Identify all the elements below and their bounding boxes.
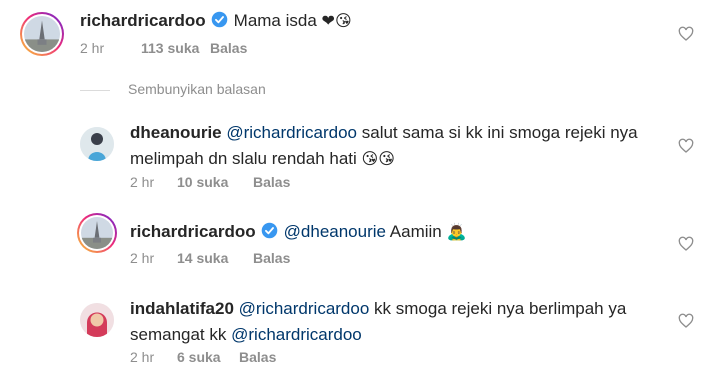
comment-body: semangat kk (130, 325, 227, 344)
comment-time: 2 hr (130, 174, 155, 190)
comment-text-continued: semangat kk @richardricardoo (130, 322, 362, 348)
heart-outline-icon[interactable] (678, 26, 694, 42)
avatar[interactable] (80, 303, 114, 337)
comment-body: Mama isda (233, 11, 317, 30)
heart-outline-icon[interactable] (678, 236, 694, 252)
comment-text-continued: melimpah dn slalu rendah hati 😘😘 (130, 146, 395, 172)
comment-meta: 2 hr 14 suka Balas (130, 250, 430, 270)
heart-outline-icon[interactable] (678, 138, 694, 154)
comment-time: 2 hr (130, 250, 155, 266)
comment-username[interactable]: richardricardoo (130, 222, 256, 241)
reply-button[interactable]: Balas (253, 250, 290, 266)
hide-replies-label[interactable]: Sembunyikan balasan (128, 81, 266, 97)
comment-meta: 2 hr 6 suka Balas (130, 349, 430, 369)
comment-likes[interactable]: 14 suka (177, 250, 228, 266)
emoji-text: 😘😘 (361, 149, 395, 168)
reply-button[interactable]: Balas (253, 174, 290, 190)
comment-username[interactable]: dheanourie (130, 123, 222, 142)
mention-link[interactable]: @richardricardoo (239, 299, 370, 318)
mention-link[interactable]: @dheanourie (284, 222, 386, 241)
comment-likes[interactable]: 6 suka (177, 349, 221, 365)
comment-time: 2 hr (130, 349, 155, 365)
reply-button[interactable]: Balas (210, 40, 247, 56)
comment-time: 2 hr (80, 40, 105, 56)
comment-body: kk smoga rejeki nya berlimpah ya (374, 299, 627, 318)
comment-meta: 2 hr 113 suka Balas (80, 40, 380, 60)
comment-likes[interactable]: 113 suka (141, 40, 199, 56)
comment-text: indahlatifa20 @richardricardoo kk smoga … (130, 296, 626, 322)
divider-line (80, 90, 110, 91)
comment-body: salut sama si kk ini smoga rejeki nya (361, 123, 638, 142)
emoji-text: ❤😘 (321, 11, 352, 30)
comment-username[interactable]: richardricardoo (80, 11, 206, 30)
verified-badge-icon (261, 222, 277, 239)
verified-badge-icon (211, 11, 227, 28)
reply-button[interactable]: Balas (239, 349, 276, 365)
heart-outline-icon[interactable] (678, 313, 694, 329)
comment-meta: 2 hr 10 suka Balas (130, 174, 430, 194)
avatar[interactable] (77, 213, 117, 253)
comment-text: richardricardoo @dheanourie Aamiin 🙇‍♂️ (130, 219, 466, 245)
mention-link[interactable]: @richardricardoo (226, 123, 357, 142)
mention-link[interactable]: @richardricardoo (231, 325, 362, 344)
comment-text: dheanourie @richardricardoo salut sama s… (130, 120, 638, 146)
avatar[interactable] (80, 127, 114, 161)
emoji-text: 🙇‍♂️ (446, 222, 467, 241)
comment-likes[interactable]: 10 suka (177, 174, 228, 190)
comment-username[interactable]: indahlatifa20 (130, 299, 234, 318)
comment-text: richardricardoo Mama isda ❤😘 (80, 8, 352, 34)
comment-body: melimpah dn slalu rendah hati (130, 149, 357, 168)
comment-body: Aamiin (389, 222, 442, 241)
avatar[interactable] (20, 12, 64, 56)
